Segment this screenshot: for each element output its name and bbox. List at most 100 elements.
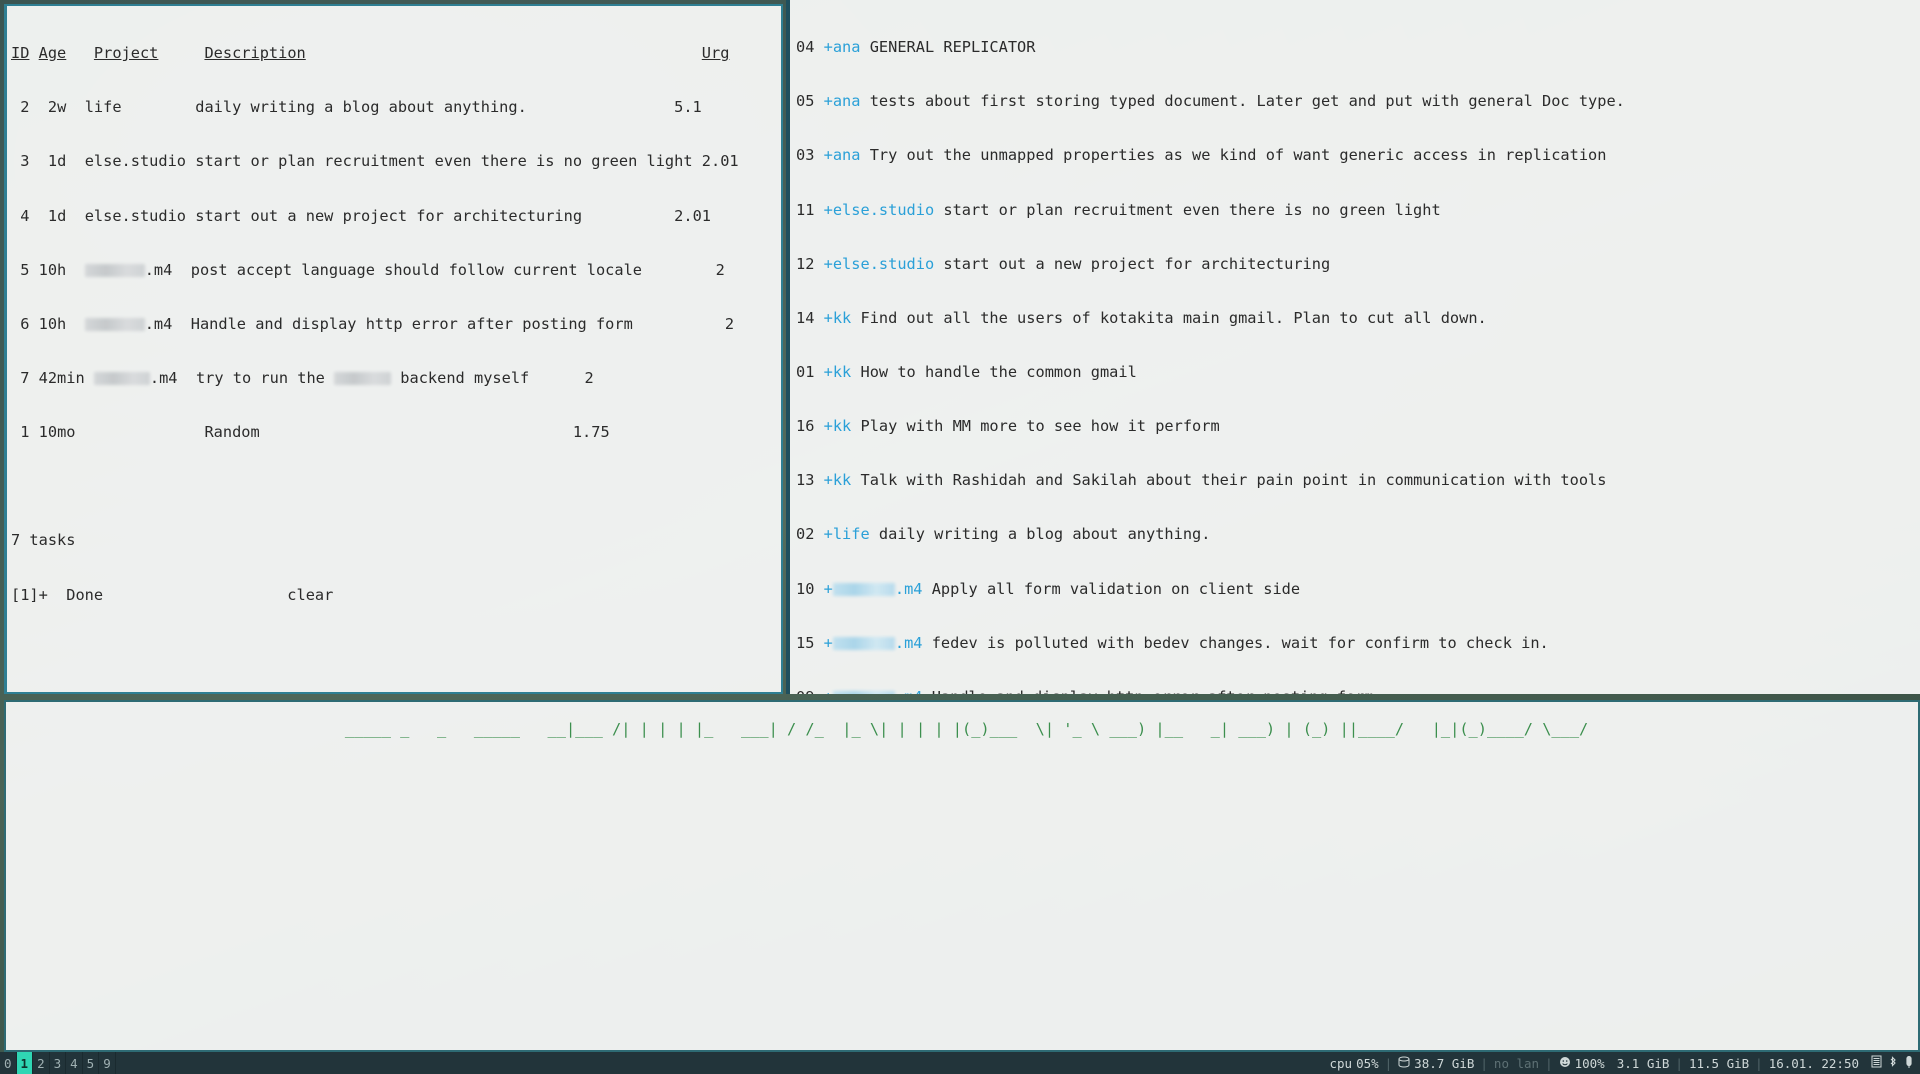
todo-desc: fedev is polluted with bedev changes. wa… bbox=[931, 633, 1549, 652]
todo-number: 02 bbox=[796, 525, 815, 544]
todo-desc: start out a new project for architecturi… bbox=[943, 254, 1331, 273]
redacted-project bbox=[832, 582, 895, 596]
separator: | bbox=[1755, 1055, 1763, 1071]
workspace-tag-2[interactable]: 2 bbox=[33, 1052, 50, 1074]
ascii-line: |_ \| | | | |(_)___ \| '_ \ bbox=[823, 720, 1101, 738]
todo-project: +kk bbox=[823, 471, 852, 490]
table-header-row: ID Age Project Description Urg bbox=[11, 44, 748, 62]
col-header-urg: Urg bbox=[701, 44, 730, 63]
todo-desc: Try out the unmapped properties as we ki… bbox=[869, 146, 1607, 165]
cpu-value: 05% bbox=[1356, 1055, 1379, 1071]
todo-item[interactable]: 04 +ana GENERAL REPLICATOR bbox=[796, 38, 1751, 56]
keyboard-icon[interactable] bbox=[1871, 1055, 1882, 1071]
cpu-status[interactable]: cpu 05% bbox=[1323, 1056, 1384, 1071]
todo-project: +else.studio bbox=[823, 254, 935, 273]
cell-urg: 2.01 bbox=[701, 152, 739, 171]
todo-desc: Find out all the users of kotakita main … bbox=[860, 308, 1487, 327]
todo-project: +ana bbox=[823, 92, 861, 111]
redacted-project bbox=[84, 263, 145, 277]
table-row[interactable]: 2 2w life daily writing a blog about any… bbox=[11, 98, 748, 116]
todo-project: +life bbox=[823, 525, 870, 544]
terminal-pane-bottom[interactable]: _____ _ _ _____ __|___ /| | | | |_ ___| … bbox=[4, 700, 1920, 1052]
separator: | bbox=[1545, 1055, 1553, 1071]
battery-icon bbox=[1559, 1056, 1571, 1071]
table-row[interactable]: 5 10h .m4 post accept language should fo… bbox=[11, 261, 748, 279]
todo-number: 13 bbox=[796, 471, 815, 490]
todo-item[interactable]: 10 + .m4 Apply all form validation on cli… bbox=[796, 580, 1751, 598]
todo-item[interactable]: 09 +.m4 Handle and display http error af… bbox=[796, 688, 1751, 694]
cell-project: life bbox=[84, 98, 122, 117]
col-header-id: ID bbox=[11, 44, 30, 63]
todo-desc: start or plan recruitment even there is … bbox=[943, 200, 1441, 219]
cell-desc: Random bbox=[204, 423, 260, 442]
cell-id: 2 bbox=[20, 98, 30, 117]
todo-item[interactable]: 14 +kk Find out all the users of kotakit… bbox=[796, 309, 1751, 327]
cell-age: 10mo bbox=[38, 423, 76, 442]
terminal-pane-left[interactable]: ID Age Project Description Urg 2 2w life… bbox=[4, 4, 783, 694]
todo-desc: tests about first storing typed document… bbox=[869, 92, 1625, 111]
redacted-project bbox=[832, 636, 895, 650]
table-row[interactable]: 6 10h .m4 Handle and display http error … bbox=[11, 315, 748, 333]
table-row[interactable]: 7 42min .m4 try to run the backend mysel… bbox=[11, 369, 748, 387]
todo-desc: Handle and display http error after post… bbox=[932, 688, 1374, 694]
network-status[interactable]: no lan bbox=[1488, 1056, 1545, 1071]
terminal-left-content: ID Age Project Description Urg 2 2w life… bbox=[7, 6, 748, 692]
cell-id: 4 bbox=[20, 206, 30, 225]
todo-item[interactable]: 12 +else.studio start out a new project … bbox=[796, 255, 1751, 273]
disk-status[interactable]: 38.7 GiB bbox=[1392, 1056, 1480, 1071]
workspace-tag-3[interactable]: 3 bbox=[50, 1052, 67, 1074]
workspace-tag-0[interactable]: 0 bbox=[0, 1052, 17, 1074]
todo-item[interactable]: 11 +else.studio start or plan recruitmen… bbox=[796, 201, 1751, 219]
workspace-tag-9[interactable]: 9 bbox=[99, 1052, 116, 1074]
todo-item[interactable]: 01 +kk How to handle the common gmail bbox=[796, 363, 1751, 381]
cell-project: else.studio bbox=[84, 152, 187, 171]
cell-age: 1d bbox=[47, 206, 67, 225]
clock[interactable]: 16.01. 22:50 bbox=[1763, 1056, 1865, 1071]
cell-urg: 5.1 bbox=[674, 98, 702, 117]
ascii-art-banner: _____ _ _ _____ __|___ /| | | | |_ ___| … bbox=[6, 720, 1918, 738]
task-count-line: 7 tasks bbox=[11, 531, 76, 550]
workspace-tag-5[interactable]: 5 bbox=[83, 1052, 100, 1074]
cell-urg: 2.01 bbox=[674, 206, 711, 225]
system-tray bbox=[1865, 1055, 1914, 1072]
separator: | bbox=[1384, 1055, 1393, 1071]
table-row[interactable]: 3 1d else.studio start or plan recruitme… bbox=[11, 152, 748, 170]
cell-age: 1d bbox=[47, 152, 67, 171]
battery-value: 100% bbox=[1574, 1055, 1605, 1071]
battery-status[interactable]: 100% bbox=[1553, 1056, 1611, 1071]
todo-desc: Play with MM more to see how it perform bbox=[860, 417, 1220, 436]
todo-project: +kk bbox=[823, 417, 852, 436]
todo-item[interactable]: 05 +ana tests about first storing typed … bbox=[796, 92, 1751, 110]
table-row[interactable]: 4 1d else.studio start out a new project… bbox=[11, 207, 748, 225]
todo-item[interactable]: 16 +kk Play with MM more to see how it p… bbox=[796, 417, 1751, 435]
todo-desc: Apply all form validation on client side bbox=[931, 579, 1301, 598]
workspace-tag-1[interactable]: 1 bbox=[16, 1052, 34, 1074]
redacted-word bbox=[334, 371, 392, 385]
todo-item[interactable]: 15 + .m4 fedev is polluted with bedev cha… bbox=[796, 634, 1751, 652]
bluetooth-icon[interactable] bbox=[1888, 1055, 1898, 1072]
disk-value: 38.7 GiB bbox=[1414, 1055, 1475, 1071]
cell-project: else.studio bbox=[84, 206, 187, 225]
disk-icon bbox=[1398, 1056, 1410, 1071]
cell-desc: start or plan recruitment even there is … bbox=[195, 152, 693, 171]
workspace-tag-list: 0 1 2 3 4 5 9 bbox=[0, 1052, 116, 1074]
todo-item[interactable]: 02 +life daily writing a blog about anyt… bbox=[796, 525, 1751, 543]
todo-item[interactable]: 03 +ana Try out the unmapped properties … bbox=[796, 146, 1751, 164]
workspace-tag-4[interactable]: 4 bbox=[66, 1052, 83, 1074]
redacted-project bbox=[832, 690, 895, 694]
terminal-pane-right[interactable]: 04 +ana GENERAL REPLICATOR 05 +ana tests… bbox=[786, 0, 1920, 694]
todo-number: 05 bbox=[796, 92, 815, 111]
todo-desc: How to handle the common gmail bbox=[860, 362, 1137, 381]
table-row[interactable]: 1 10mo Random 1.75 bbox=[11, 423, 748, 441]
col-header-project: Project bbox=[93, 44, 159, 63]
todo-number: 12 bbox=[796, 254, 815, 273]
cpu-label: cpu bbox=[1329, 1055, 1353, 1071]
job-done-line: [1]+ Done clear bbox=[11, 585, 334, 604]
memory-status[interactable]: 3.1 GiB bbox=[1611, 1056, 1676, 1071]
cell-id: 1 bbox=[20, 423, 30, 442]
todo-item[interactable]: 13 +kk Talk with Rashidah and Sakilah ab… bbox=[796, 471, 1751, 489]
separator: | bbox=[1675, 1055, 1683, 1071]
volume-icon[interactable] bbox=[1904, 1055, 1914, 1072]
separator: | bbox=[1480, 1055, 1488, 1071]
swap-status[interactable]: 11.5 GiB bbox=[1683, 1056, 1755, 1071]
